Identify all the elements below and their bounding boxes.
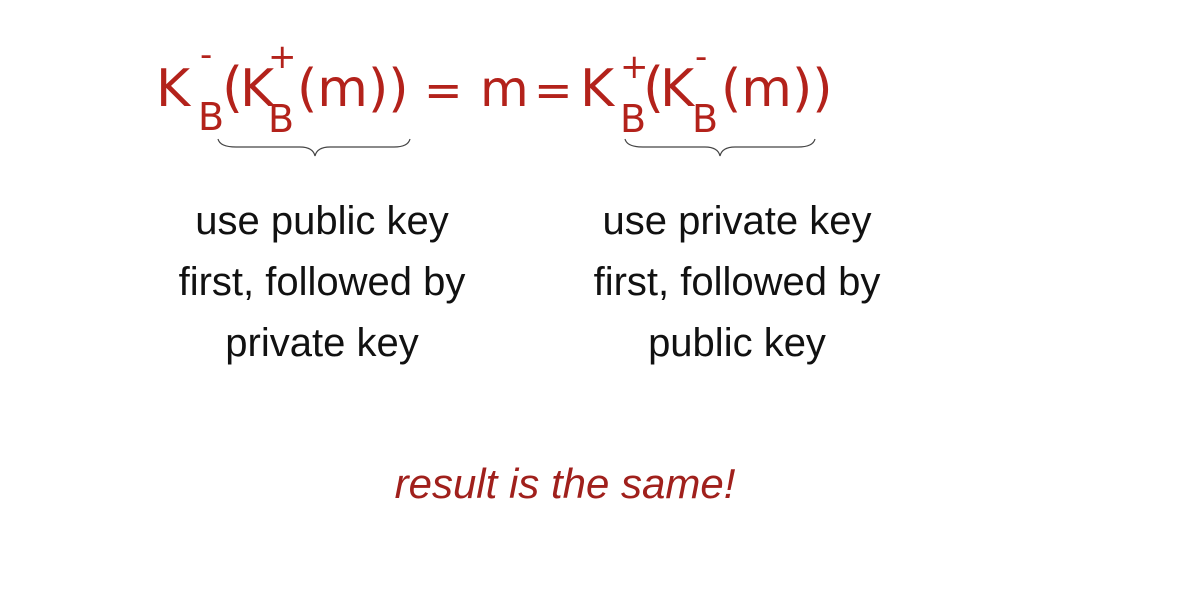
right-explanation-line-2: first, followed by [593,260,881,304]
equation: K - B ( K + B (m)) = m = K + B ( K - B (… [156,35,833,157]
equation-terms: K - B ( K + B (m)) = m = K + B ( K - B (… [156,35,833,141]
right-inner-key: K [660,59,696,119]
equals-sign-1: = [424,63,463,117]
right-explanation-line-3: public key [648,321,826,365]
equals-sign-2: = [534,63,573,117]
left-explanation: use public key first, followed by privat… [142,191,502,374]
left-explanation-line-1: use public key [195,199,449,243]
left-inner-superscript: + [268,37,297,77]
left-inner-subscript: B [268,97,294,141]
right-inner-superscript: - [695,37,707,77]
message-m: m [480,60,529,118]
right-underbrace [624,138,816,157]
left-outer-superscript: - [200,35,212,75]
right-explanation: use private key first, followed by publi… [557,191,917,374]
left-explanation-line-3: private key [225,321,419,365]
slide: K - B ( K + B (m)) = m = K + B ( K - B (… [0,0,1182,610]
right-inner-subscript: B [692,97,718,141]
result-conclusion: result is the same! [394,460,736,507]
left-outer-key: K [156,59,192,119]
left-outer-subscript: B [198,95,224,139]
left-underbrace [217,138,411,157]
right-argument: (m)) [721,59,833,119]
left-explanation-line-2: first, followed by [178,260,466,304]
right-explanation-line-1: use private key [602,199,872,243]
left-argument: (m)) [297,59,409,119]
right-outer-key: K [580,59,616,119]
